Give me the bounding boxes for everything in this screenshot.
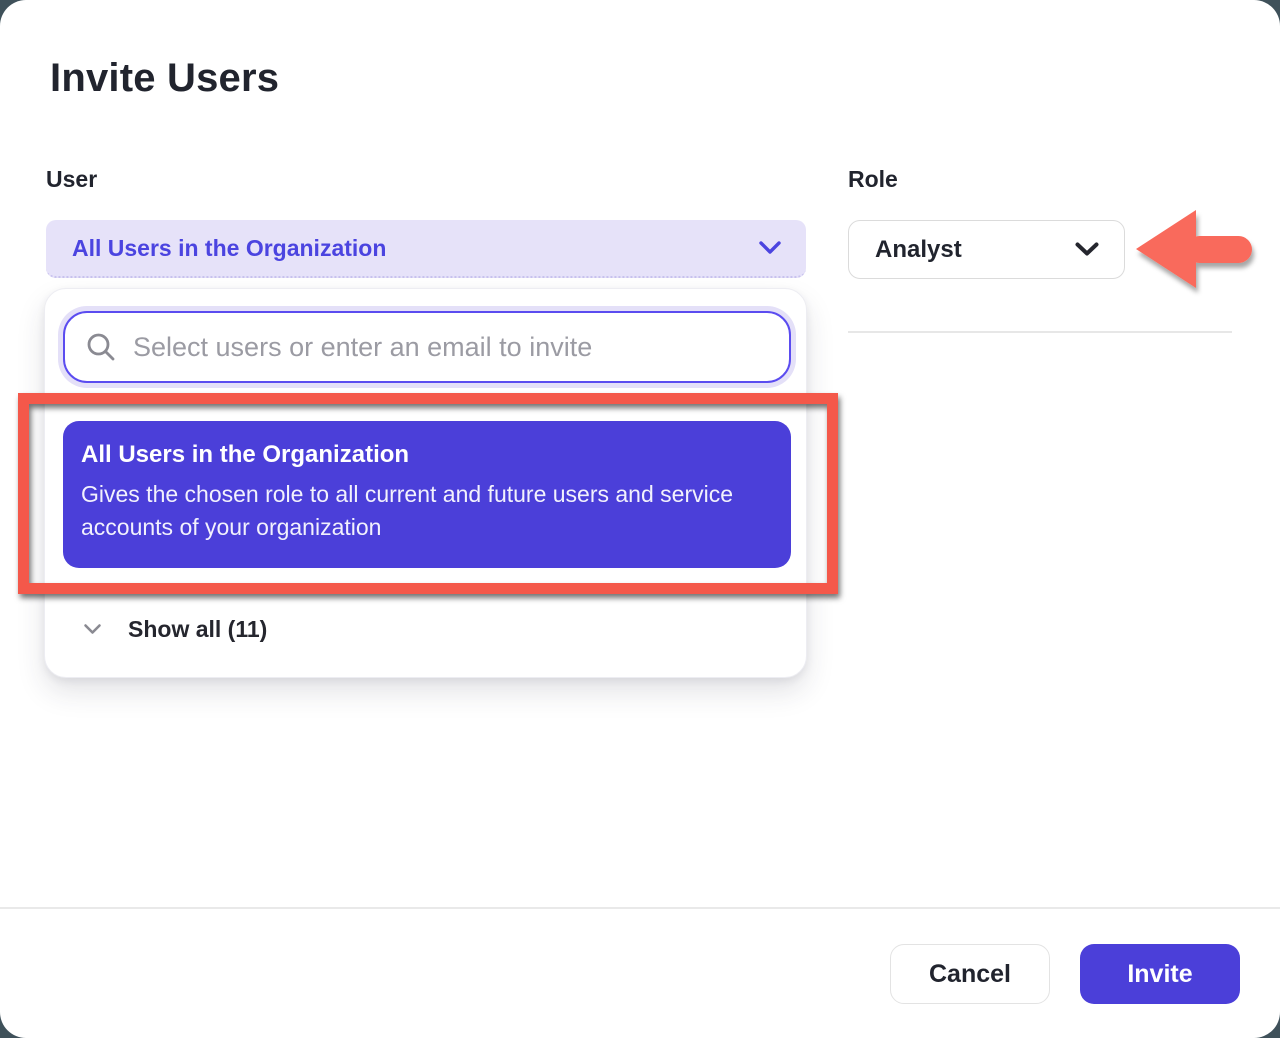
role-select-value: Analyst — [875, 236, 1074, 264]
chevron-down-icon — [1074, 241, 1100, 258]
show-all-toggle[interactable]: Show all (11) — [45, 601, 806, 657]
show-all-label: Show all (11) — [128, 616, 267, 643]
role-field-label: Role — [848, 166, 898, 193]
user-search-input[interactable] — [133, 332, 769, 363]
role-section-divider — [848, 331, 1232, 333]
footer-divider — [0, 907, 1280, 909]
user-search-box[interactable] — [63, 311, 791, 383]
cancel-button[interactable]: Cancel — [890, 944, 1050, 1004]
search-icon — [85, 331, 117, 363]
user-field-label: User — [46, 166, 97, 193]
invite-button[interactable]: Invite — [1080, 944, 1240, 1004]
role-select[interactable]: Analyst — [848, 220, 1125, 279]
option-title: All Users in the Organization — [81, 441, 773, 469]
user-select[interactable]: All Users in the Organization — [46, 220, 806, 278]
user-dropdown-panel: All Users in the Organization Gives the … — [44, 288, 807, 678]
option-description: Gives the chosen role to all current and… — [81, 478, 761, 544]
dropdown-option-all-users[interactable]: All Users in the Organization Gives the … — [63, 421, 791, 568]
invite-users-modal: Invite Users User Role All Users in the … — [0, 0, 1280, 1038]
chevron-down-icon — [83, 623, 102, 636]
user-select-value: All Users in the Organization — [72, 235, 758, 262]
chevron-down-icon — [758, 240, 782, 256]
page-title: Invite Users — [50, 56, 279, 101]
annotation-arrow-left-icon — [1128, 198, 1262, 302]
